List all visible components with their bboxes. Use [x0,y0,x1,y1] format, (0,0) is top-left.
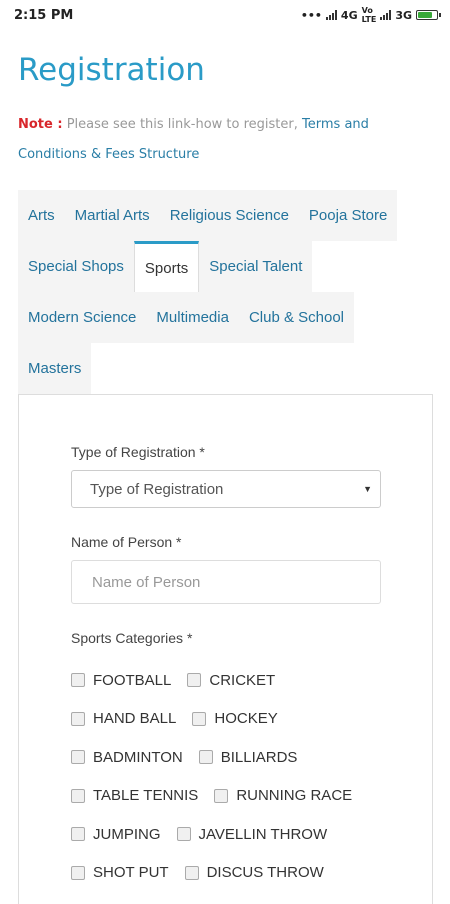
checkbox-shot-put[interactable]: SHOT PUT [71,864,169,881]
note-text[interactable]: Please see this link-how to register, [67,117,298,132]
checkbox-javellin-throw[interactable]: JAVELLIN THROW [176,826,327,843]
fees-link[interactable]: Conditions & Fees Structure [18,147,199,162]
checkbox-cricket[interactable]: CRICKET [187,672,275,689]
battery-icon [416,10,441,20]
type-label: Type of Registration * [71,444,205,460]
checkbox-icon [71,865,85,880]
checkbox-badminton[interactable]: BADMINTON [71,749,183,766]
checkbox-icon [71,673,85,688]
checkbox-icon [214,788,229,803]
checkbox-football[interactable]: FOOTBALL [71,672,171,689]
checkbox-hand-ball[interactable]: HAND BALL [71,710,176,727]
note-label: Note : [18,117,63,132]
checkbox-jumping[interactable]: JUMPING [71,826,161,843]
checkbox-icon [192,711,207,726]
status-time: 2:15 PM [14,7,74,23]
tab-masters[interactable]: Masters [18,343,92,394]
signal-icon [325,10,337,20]
terms-link[interactable]: Terms and [302,117,369,132]
signal-icon-2 [380,10,392,20]
tab-religious-science[interactable]: Religious Science [159,190,299,241]
checkbox-running-race[interactable]: RUNNING RACE [214,787,352,804]
tab-special-talent[interactable]: Special Talent [199,241,313,292]
note: Note : Please see this link-how to regis… [18,110,432,170]
tab-sports[interactable]: Sports [133,241,200,292]
checkbox-discus-throw[interactable]: DISCUS THROW [184,864,324,881]
tab-martial-arts[interactable]: Martial Arts [64,190,160,241]
network-3g-label: 3G [395,8,412,22]
category-row: SHOT PUT DISCUS THROW [71,854,432,893]
category-tabs: Arts Martial Arts Religious Science Pooj… [18,190,418,394]
checkbox-icon [184,865,199,880]
name-input[interactable]: Name of Person [71,560,381,604]
checkbox-icon [176,827,191,842]
type-select-value: Type of Registration [90,480,224,498]
category-row: BADMINTON BILLIARDS [71,738,432,777]
checkbox-icon [187,673,202,688]
checkbox-hockey[interactable]: HOCKEY [192,710,278,727]
category-row: JUMPING JAVELLIN THROW [71,815,432,854]
registration-form-panel: Type of Registration * Type of Registrat… [18,394,433,904]
checkbox-icon [71,827,85,842]
network-4g-label: 4G [340,8,358,22]
checkbox-icon [71,750,85,765]
status-bar: 2:15 PM ••• 4G Vo LTE 3G [0,0,450,30]
tab-club-school[interactable]: Club & School [238,292,354,343]
category-row: FOOTBALL CRICKET [71,661,432,700]
dots-icon: ••• [300,8,322,22]
tab-special-shops[interactable]: Special Shops [18,241,134,292]
checkbox-billiards[interactable]: BILLIARDS [198,749,297,766]
checkbox-icon [71,711,85,726]
type-select[interactable]: Type of Registration ▼ [71,470,381,508]
checkbox-table-tennis[interactable]: TABLE TENNIS [71,787,198,804]
chevron-down-icon: ▼ [363,484,372,494]
checkbox-icon [71,788,85,803]
tab-modern-science[interactable]: Modern Science [18,292,147,343]
tab-pooja-store[interactable]: Pooja Store [298,190,398,241]
status-icons: ••• 4G Vo LTE 3G [300,6,441,24]
tab-multimedia[interactable]: Multimedia [146,292,239,343]
page-title: Registration [18,52,205,88]
name-label: Name of Person * [71,534,182,550]
tab-arts[interactable]: Arts [18,190,65,241]
category-row: TABLE TENNIS RUNNING RACE [71,777,432,816]
category-row: HAND BALL HOCKEY [71,700,432,739]
checkbox-icon [198,750,213,765]
sports-categories-label: Sports Categories * [71,630,193,646]
sports-categories: FOOTBALL CRICKET HAND BALL HOCKEY BADMIN… [71,661,432,892]
volte-icon: Vo LTE [361,6,377,24]
